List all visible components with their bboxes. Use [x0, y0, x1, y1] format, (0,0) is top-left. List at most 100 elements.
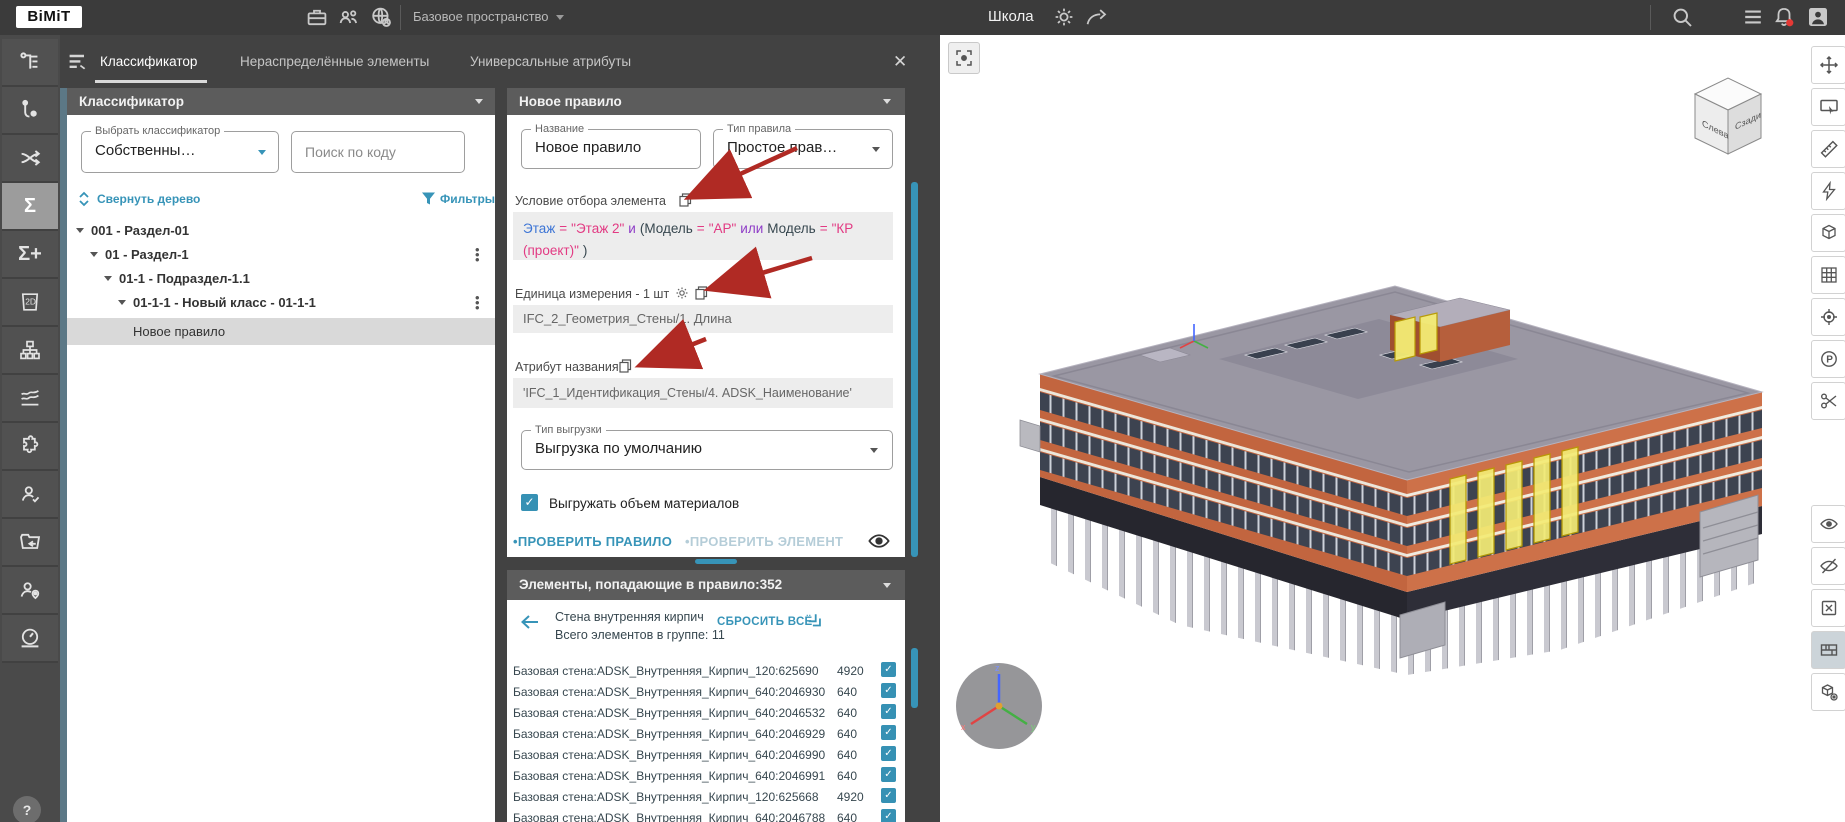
structure-tree-icon[interactable] — [2, 39, 58, 87]
code-search-field[interactable]: Поиск по коду — [291, 131, 465, 173]
eye-hidden-icon[interactable] — [1811, 547, 1845, 585]
settings-gear-icon[interactable] — [1052, 5, 1076, 29]
tree-node-section01[interactable]: 001 - Раздел-01 — [91, 223, 189, 238]
tree-caret-icon[interactable] — [104, 276, 112, 281]
element-row[interactable]: Базовая стена:ADSK_Внутренняя_Кирпич_120… — [513, 664, 819, 678]
collapse-tree-link[interactable]: Свернуть дерево — [97, 192, 200, 206]
deselect-all-icon[interactable] — [805, 612, 825, 632]
tree-node-newrule-selected[interactable]: Новое правило — [67, 318, 495, 345]
user-check-icon[interactable] — [2, 471, 58, 519]
copy-icon[interactable] — [679, 193, 692, 207]
cube-settings-icon[interactable] — [1811, 673, 1845, 711]
element-row[interactable]: Базовая стена:ADSK_Внутренняя_Кирпич_640… — [513, 685, 825, 699]
elements-panel-scrollbar[interactable] — [911, 648, 918, 708]
lightning-icon[interactable] — [1811, 172, 1845, 210]
iso-cube-icon[interactable] — [1811, 214, 1845, 252]
folder-transfer-icon[interactable] — [2, 519, 58, 567]
shuffle-icon[interactable] — [2, 135, 58, 183]
eye-icon[interactable] — [867, 529, 891, 553]
copy-icon[interactable] — [695, 286, 708, 300]
export-type-select[interactable]: Тип выгрузки Выгрузка по умолчанию — [521, 430, 893, 470]
unit-value[interactable]: IFC_2_Геометрия_Стены/1. Длина — [513, 305, 893, 333]
pan-arrows-icon[interactable] — [1811, 46, 1845, 84]
tree-node-section1[interactable]: 01 - Раздел-1 — [105, 247, 189, 262]
org-chart-icon[interactable] — [2, 327, 58, 375]
team-icon[interactable] — [337, 5, 361, 29]
element-checkbox[interactable]: ✓ — [881, 704, 896, 719]
globe-user-icon[interactable] — [369, 5, 393, 29]
condition-expression[interactable]: Этаж="Этаж 2"и(Модель="АР"илиМодель="КР … — [513, 212, 893, 260]
sheet-2d-icon[interactable]: 2D — [2, 279, 58, 327]
back-arrow-icon[interactable] — [519, 612, 541, 632]
kebab-menu-icon[interactable]: ••• — [475, 295, 480, 310]
plugin-puzzle-icon[interactable] — [2, 423, 58, 471]
chart-waves-icon[interactable] — [2, 375, 58, 423]
gear-icon[interactable] — [675, 286, 689, 300]
crosshair-target-icon[interactable] — [1811, 298, 1845, 336]
sum-classifier-icon[interactable]: Σ — [2, 183, 58, 231]
workspace-selector[interactable]: Базовое пространство — [413, 9, 549, 24]
ruler-icon[interactable] — [1811, 130, 1845, 168]
tab-unallocated-elements[interactable]: Нераспределённые элементы — [240, 54, 429, 69]
user-location-icon[interactable] — [2, 567, 58, 615]
rule-panel-header[interactable]: Новое правило — [507, 88, 905, 115]
chevron-down-icon[interactable] — [556, 15, 564, 20]
tree-node-subsection11[interactable]: 01-1 - Подраздел-1.1 — [119, 271, 250, 286]
attribute-value[interactable]: 'IFC_1_Идентификация_Стены/4. ADSK_Наиме… — [513, 378, 893, 408]
element-checkbox[interactable]: ✓ — [881, 746, 896, 761]
briefcase-icon[interactable] — [305, 5, 329, 29]
parking-circle-icon[interactable]: P — [1811, 340, 1845, 378]
tree-caret-icon[interactable] — [90, 252, 98, 257]
eye-visible-icon[interactable] — [1811, 505, 1845, 543]
navigation-gizmo[interactable]: z x y — [953, 660, 1045, 752]
classifier-select[interactable]: Выбрать классификатор Собственны… — [81, 131, 279, 173]
scissors-section-icon[interactable] — [1811, 382, 1845, 420]
route-point-icon[interactable] — [2, 87, 58, 135]
element-checkbox[interactable]: ✓ — [881, 809, 896, 822]
element-row[interactable]: Базовая стена:ADSK_Внутренняя_Кирпич_640… — [513, 769, 825, 783]
app-logo[interactable]: BiMiT — [16, 6, 82, 28]
focus-region-icon[interactable] — [948, 42, 980, 74]
user-account-icon[interactable] — [1806, 5, 1830, 29]
tab-classifier[interactable]: Классификатор — [100, 54, 197, 69]
sum-plus-icon[interactable]: Σ+ — [2, 231, 58, 279]
close-icon[interactable]: ✕ — [893, 52, 907, 72]
reset-all-link[interactable]: СБРОСИТЬ ВСЁ — [717, 616, 813, 628]
screen-cursor-icon[interactable] — [1811, 88, 1845, 126]
element-checkbox[interactable]: ✓ — [881, 683, 896, 698]
rule-panel-scrollbar[interactable] — [911, 182, 918, 557]
grid-table-icon[interactable] — [1811, 256, 1845, 294]
share-icon[interactable] — [1084, 5, 1108, 29]
element-checkbox[interactable]: ✓ — [881, 725, 896, 740]
check-rule-button[interactable]: •ПРОВЕРИТЬ ПРАВИЛО — [513, 534, 672, 549]
tree-caret-icon[interactable] — [76, 228, 84, 233]
element-row[interactable]: Базовая стена:ADSK_Внутренняя_Кирпич_120… — [513, 790, 819, 804]
box-clear-icon[interactable] — [1811, 589, 1845, 627]
element-row[interactable]: Базовая стена:ADSK_Внутренняя_Кирпич_640… — [513, 727, 825, 741]
classifier-panel-header[interactable]: Классификатор — [67, 88, 495, 115]
rule-name-field[interactable]: Название Новое правило — [521, 129, 701, 169]
search-icon[interactable] — [1670, 5, 1694, 29]
element-checkbox[interactable]: ✓ — [881, 788, 896, 803]
elements-panel-header[interactable]: Элементы, попадающие в правило:352 — [507, 570, 905, 600]
check-element-button[interactable]: •ПРОВЕРИТЬ ЭЛЕМЕНТ — [685, 534, 843, 549]
list-menu-icon[interactable] — [1741, 5, 1765, 29]
tab-universal-attributes[interactable]: Универсальные атрибуты — [470, 54, 631, 69]
element-checkbox[interactable]: ✓ — [881, 767, 896, 782]
filter-icon[interactable] — [421, 191, 436, 206]
element-row[interactable]: Базовая стена:ADSK_Внутренняя_Кирпич_640… — [513, 706, 825, 720]
expand-collapse-icon[interactable] — [77, 191, 91, 207]
help-button[interactable]: ? — [13, 796, 41, 822]
wall-tool-icon[interactable] — [1811, 631, 1845, 669]
materials-checkbox[interactable]: ✓ — [521, 494, 538, 511]
collapse-menu-icon[interactable] — [66, 50, 90, 74]
tree-node-newclass[interactable]: 01-1-1 - Новый класс - 01-1-1 — [133, 295, 316, 310]
tree-caret-icon[interactable] — [118, 300, 126, 305]
notifications-bell-icon[interactable] — [1772, 5, 1796, 29]
copy-icon[interactable] — [619, 359, 632, 373]
rule-type-select[interactable]: Тип правила Простое прав… — [713, 129, 893, 169]
element-row[interactable]: Базовая стена:ADSK_Внутренняя_Кирпич_640… — [513, 748, 825, 762]
building-model[interactable] — [1000, 260, 1790, 700]
view-cube[interactable]: Слева Сзади — [1680, 68, 1776, 164]
dashboard-gauge-icon[interactable] — [2, 615, 58, 663]
